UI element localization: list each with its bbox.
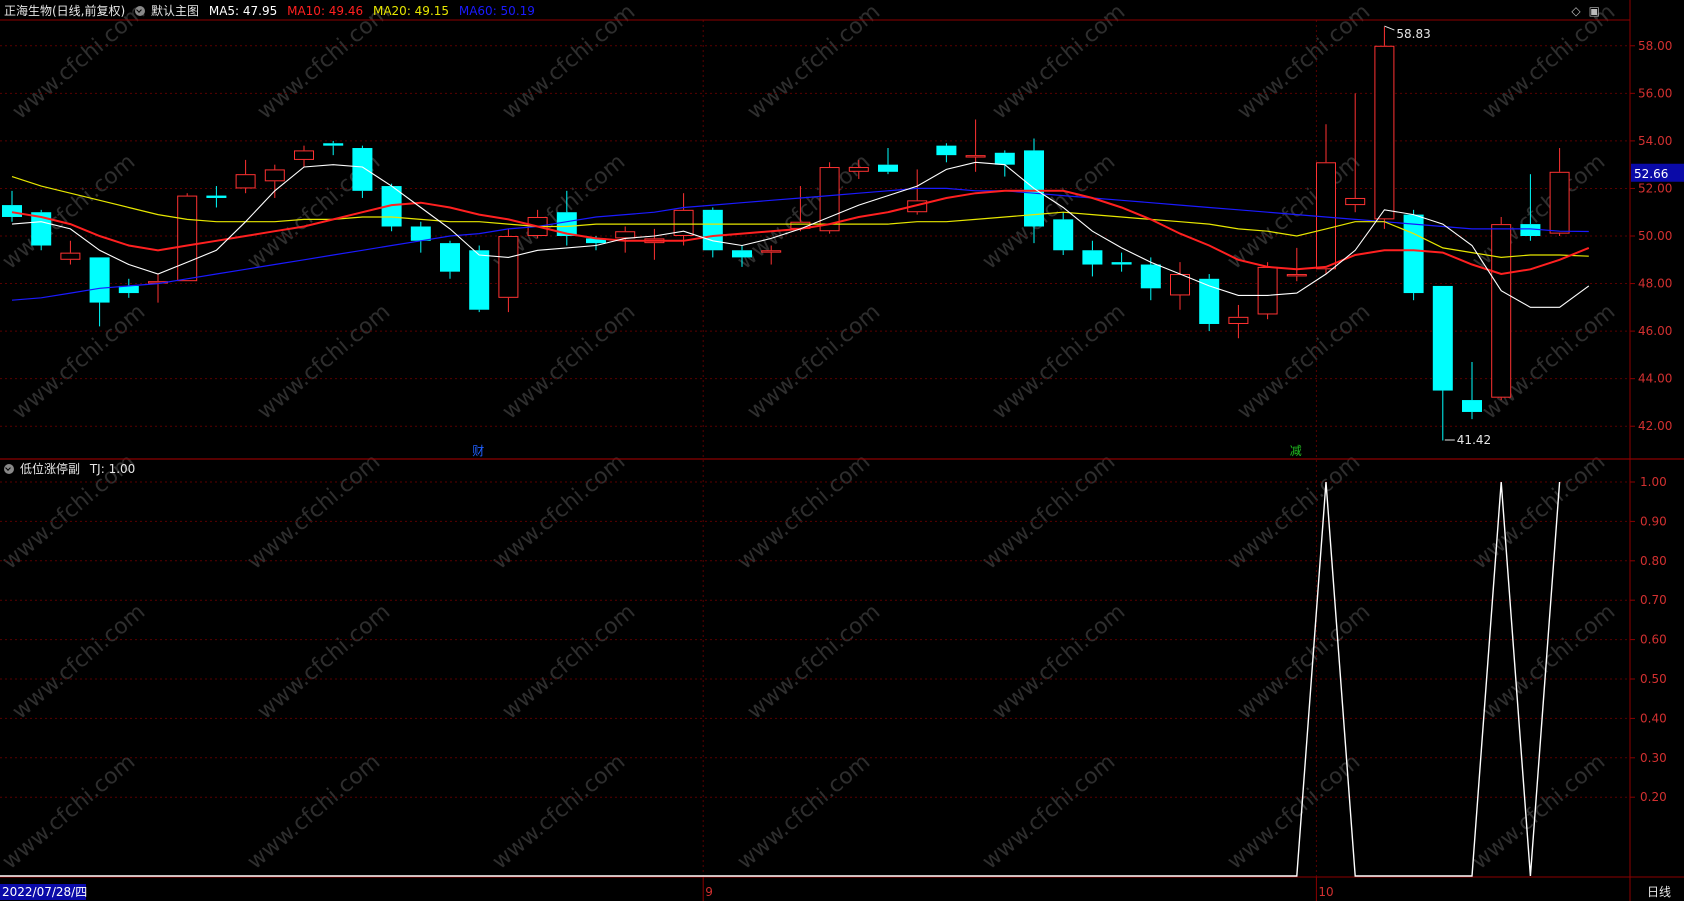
candle-body-down (440, 243, 460, 272)
candle (1257, 262, 1278, 320)
indicator-tick-label: 0.30 (1640, 751, 1667, 765)
candle-body-up (60, 252, 81, 260)
price-tick-label: 54.00 (1638, 134, 1672, 148)
current-price-label: 52.66 (1634, 167, 1668, 181)
period-label: 日线 (1647, 885, 1671, 899)
candle-body-down (1140, 264, 1161, 289)
ma20-value: MA20: 49.15 (372, 4, 450, 18)
date-label: 2022/07/28/四 (2, 885, 87, 899)
candle-body-up (264, 169, 285, 182)
candle-body-down (1462, 400, 1482, 412)
price-tick-label: 46.00 (1638, 324, 1672, 338)
indicator-tick-label: 1.00 (1640, 475, 1667, 489)
template-dropdown-icon[interactable] (135, 6, 146, 16)
candle-body-up (1549, 171, 1570, 234)
price-tick-label: 52.00 (1638, 181, 1672, 195)
indicator-tick-label: 0.60 (1640, 633, 1667, 647)
ma10-value: MA10: 49.46 (287, 4, 364, 18)
candle-body-down (732, 250, 752, 258)
candle-body-down (994, 152, 1015, 165)
candle-body-up (1316, 162, 1336, 270)
candle-body-up (498, 236, 519, 298)
indicator-tick-label: 0.50 (1640, 672, 1667, 686)
candle-body-down (410, 226, 431, 241)
candle-body-up (1374, 45, 1395, 220)
indicator-tick-label: 0.20 (1640, 790, 1667, 804)
candle-body-up (761, 250, 782, 253)
candle (1491, 216, 1512, 401)
diamond-icon[interactable]: ◇ (1571, 4, 1580, 18)
candle-body-down (1403, 214, 1424, 294)
price-tick-label: 44.00 (1638, 372, 1672, 386)
restore-window-icon[interactable]: ▣ (1589, 4, 1600, 18)
candle (702, 207, 723, 258)
stock-title[interactable]: 正海生物(日线,前复权) (4, 4, 125, 18)
candle-body-up (1491, 224, 1512, 398)
indicator-tick-label: 0.80 (1640, 554, 1667, 568)
candle-body-up (848, 167, 869, 172)
candle-body-up (1170, 274, 1190, 296)
candle (177, 193, 198, 282)
event-mark: 财 (472, 444, 484, 458)
candle-body-down (352, 148, 373, 191)
candle-body-down (2, 205, 22, 217)
candle-body-down (1082, 250, 1103, 265)
main-chart-header: 正海生物(日线,前复权) 默认主图 MA5: 47.95 MA10: 49.46… (4, 3, 541, 19)
template-name[interactable]: 默认主图 (151, 4, 199, 18)
candle (1374, 26, 1395, 229)
candle-body-up (1228, 316, 1249, 324)
event-mark: 减 (1290, 444, 1302, 458)
indicator-name[interactable]: 低位涨停副 (20, 462, 80, 476)
high-marker-label: 58.83 (1396, 27, 1430, 41)
candle-body-down (1520, 224, 1541, 236)
chart-stage: www.cfchi.com www.cfchi.com www.cfchi.com w… (0, 0, 1684, 901)
candle-body-up (294, 150, 314, 160)
candle-body-down (702, 209, 723, 251)
candle-body-up (1257, 266, 1278, 315)
month-label: 9 (705, 885, 713, 899)
indicator-header: 低位涨停副 TJ: 1.00 (4, 461, 141, 477)
candle-body-down (323, 143, 344, 146)
candle-body-up (235, 174, 256, 189)
price-tick-label: 48.00 (1638, 277, 1672, 291)
indicator-tick-label: 0.40 (1640, 711, 1667, 725)
candle-body-up (1345, 197, 1366, 206)
candle-body-down (89, 257, 110, 303)
indicator-tick-label: 0.70 (1640, 593, 1667, 607)
candle-body-up (1286, 274, 1307, 277)
candle-body-down (1432, 285, 1453, 391)
price-tick-label: 58.00 (1638, 39, 1672, 53)
candle-body-up (965, 155, 986, 158)
candle-body-down (1111, 262, 1132, 265)
indicator-dropdown-icon[interactable] (4, 464, 14, 474)
price-tick-label: 56.00 (1638, 86, 1672, 100)
tj-value: TJ: 1.00 (89, 462, 136, 476)
candle-body-down (1053, 219, 1074, 251)
ma5-value: MA5: 47.95 (208, 4, 278, 18)
candle-body-down (936, 145, 957, 156)
candle-body-up (819, 167, 840, 232)
price-tick-label: 42.00 (1638, 419, 1672, 433)
candle-body-down (878, 164, 898, 172)
price-tick-label: 50.00 (1638, 229, 1672, 243)
ma60-value: MA60: 50.19 (458, 4, 535, 18)
candle-body-up (177, 195, 198, 282)
indicator-tick-label: 0.90 (1640, 514, 1667, 528)
candle-body-down (206, 195, 227, 198)
chart-toolbar: ◇ ▣ (1563, 4, 1600, 18)
candle-body-up (615, 231, 636, 239)
low-marker-label: 41.42 (1457, 433, 1491, 447)
month-label: 10 (1318, 885, 1333, 899)
candle-body-down (469, 250, 490, 310)
